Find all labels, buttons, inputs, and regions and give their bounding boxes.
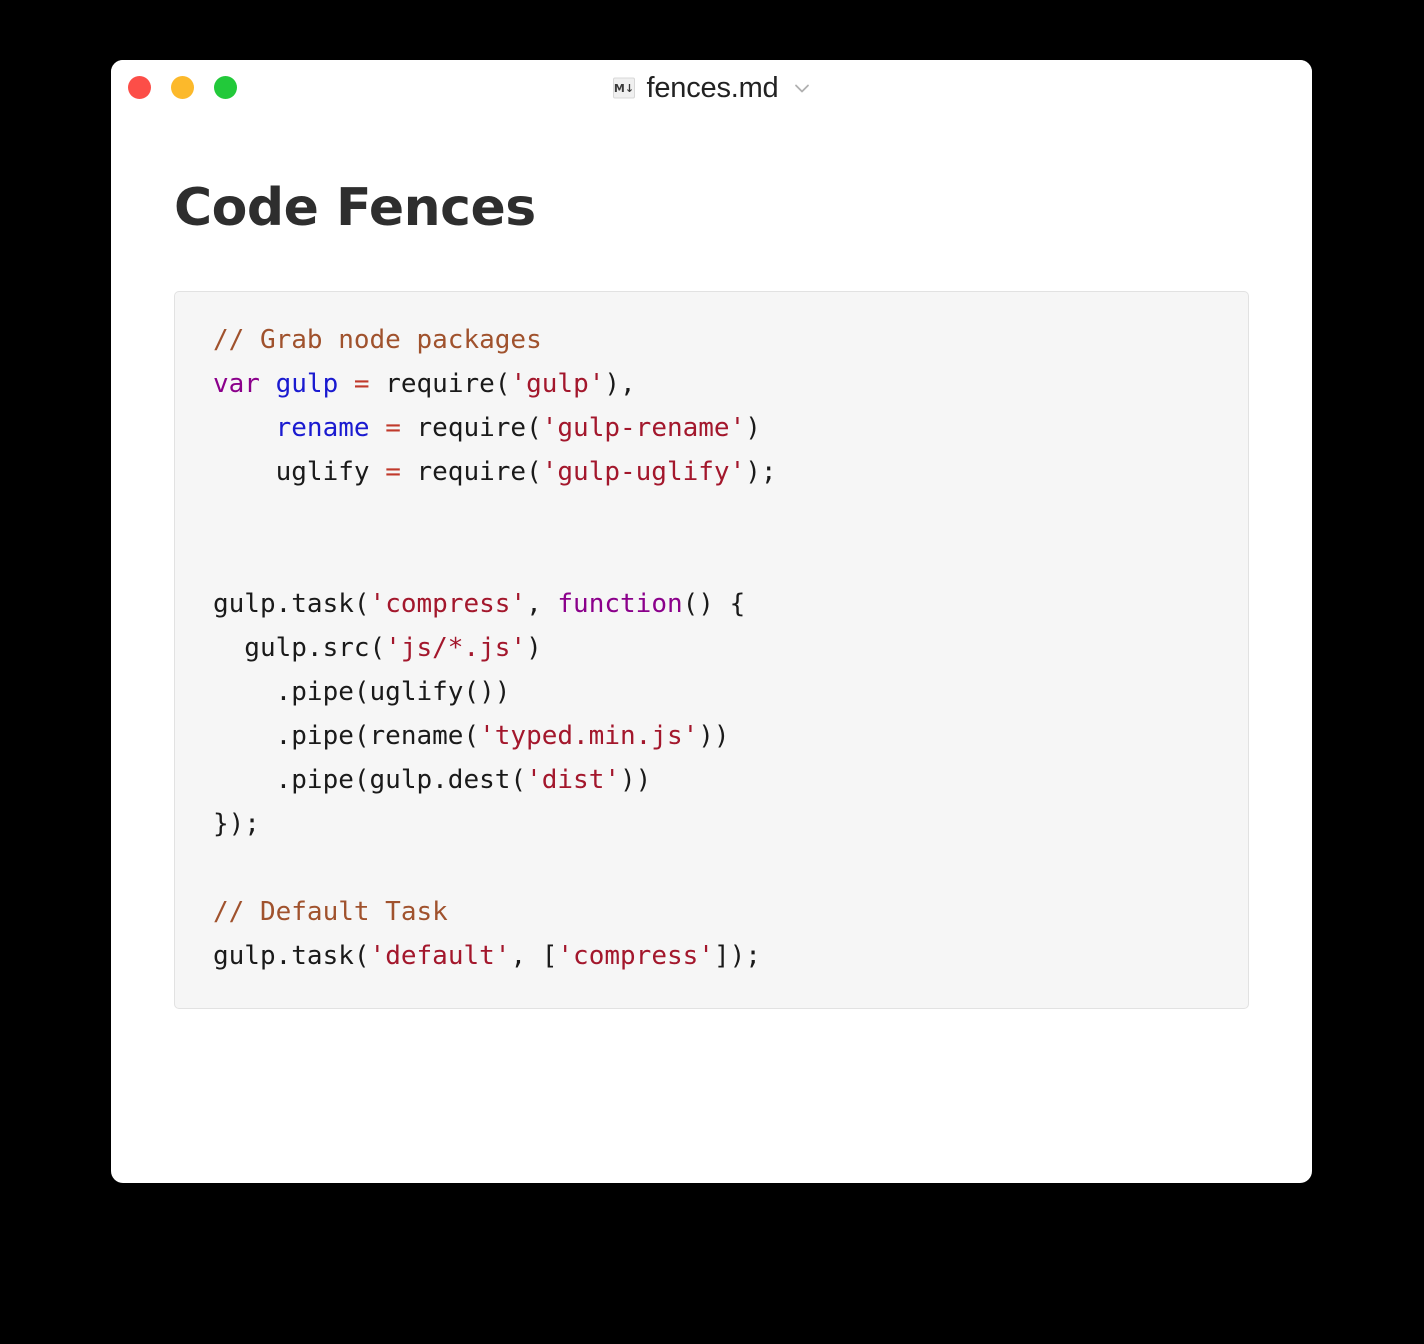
code-token-plain: )) <box>620 765 652 795</box>
code-token-plain: .pipe(uglify()) <box>213 677 511 707</box>
code-line: }); <box>213 802 1210 846</box>
code-token-plain: gulp.src( <box>213 633 386 663</box>
code-token-string: 'gulp-uglify' <box>541 457 746 487</box>
code-token-variable: gulp <box>275 369 339 399</box>
code-token-plain: gulp.task( <box>213 941 370 971</box>
code-token-plain: .pipe(gulp.dest( <box>213 765 527 795</box>
code-token-string: 'gulp-rename' <box>541 413 746 443</box>
code-token-comment: // Default Task <box>213 897 448 927</box>
code-line: uglify = require('gulp-uglify'); <box>213 450 1210 494</box>
code-token-plain: }); <box>213 809 260 839</box>
code-line: gulp.src('js/*.js') <box>213 626 1210 670</box>
code-token-plain: require( <box>400 457 542 487</box>
code-token-plain: ) <box>745 413 761 443</box>
code-token-plain: gulp.task( <box>213 589 370 619</box>
code-fence-block: // Grab node packages var gulp = require(… <box>174 291 1249 1009</box>
code-line: .pipe(gulp.dest('dist')) <box>213 758 1210 802</box>
markdown-file-icon: M↓ <box>611 75 637 101</box>
code-line: .pipe(uglify()) <box>213 670 1210 714</box>
window-title: fences.md <box>646 72 779 104</box>
code-line: .pipe(rename('typed.min.js')) <box>213 714 1210 758</box>
page-title: Code Fences <box>174 178 536 238</box>
code-token-keyword: var <box>213 369 260 399</box>
svg-text:M↓: M↓ <box>613 82 633 95</box>
code-token-plain: )) <box>698 721 730 751</box>
document-title-group[interactable]: M↓ fences.md <box>111 71 1312 105</box>
code-token-plain: , <box>526 589 558 619</box>
chevron-down-icon[interactable] <box>791 77 813 99</box>
code-token-string: 'js/*.js' <box>385 633 527 663</box>
code-token-string: 'gulp' <box>510 369 605 399</box>
code-token-plain: require( <box>400 413 542 443</box>
code-line: var gulp = require('gulp'), <box>213 362 1210 406</box>
code-token-plain: ), <box>604 369 636 399</box>
code-token-plain: ); <box>745 457 777 487</box>
code-token-plain: .pipe(rename( <box>213 721 480 751</box>
code-token-string: 'default' <box>369 941 511 971</box>
code-token-string: 'typed.min.js' <box>479 721 699 751</box>
code-token-plain: , [ <box>510 941 558 971</box>
app-window: M↓ fences.md Code Fences // Grab node pa… <box>111 60 1312 1183</box>
title-bar[interactable]: M↓ fences.md <box>111 60 1312 118</box>
code-token-operator: = <box>385 457 401 487</box>
code-token-string: 'compress' <box>369 589 527 619</box>
code-token-plain: () { <box>682 589 746 619</box>
code-token-plain: require( <box>369 369 511 399</box>
code-line: rename = require('gulp-rename') <box>213 406 1210 450</box>
code-line: // Default Task <box>213 890 1210 934</box>
code-token-string: 'dist' <box>526 765 620 795</box>
code-line: // Grab node packages <box>213 318 1210 362</box>
code-line: gulp.task('default', ['compress']); <box>213 934 1210 978</box>
code-token-plain: ) <box>526 633 542 663</box>
code-token-plain: uglify <box>213 457 386 487</box>
document-content: Code Fences // Grab node packages var gul… <box>111 118 1312 1009</box>
code-token-keyword: function <box>557 589 683 619</box>
code-token-comment: // Grab node packages <box>213 325 542 355</box>
code-token-variable: rename <box>275 413 370 443</box>
code-token-operator: = <box>353 369 370 399</box>
code-token-string: 'compress' <box>557 941 714 971</box>
code-line: gulp.task('compress', function() { <box>213 582 1210 626</box>
code-content[interactable]: // Grab node packages var gulp = require(… <box>213 318 1210 978</box>
code-token-plain: ]); <box>713 941 761 971</box>
code-token-operator: = <box>385 413 401 443</box>
code-lines: // Grab node packages var gulp = require(… <box>213 318 1210 978</box>
